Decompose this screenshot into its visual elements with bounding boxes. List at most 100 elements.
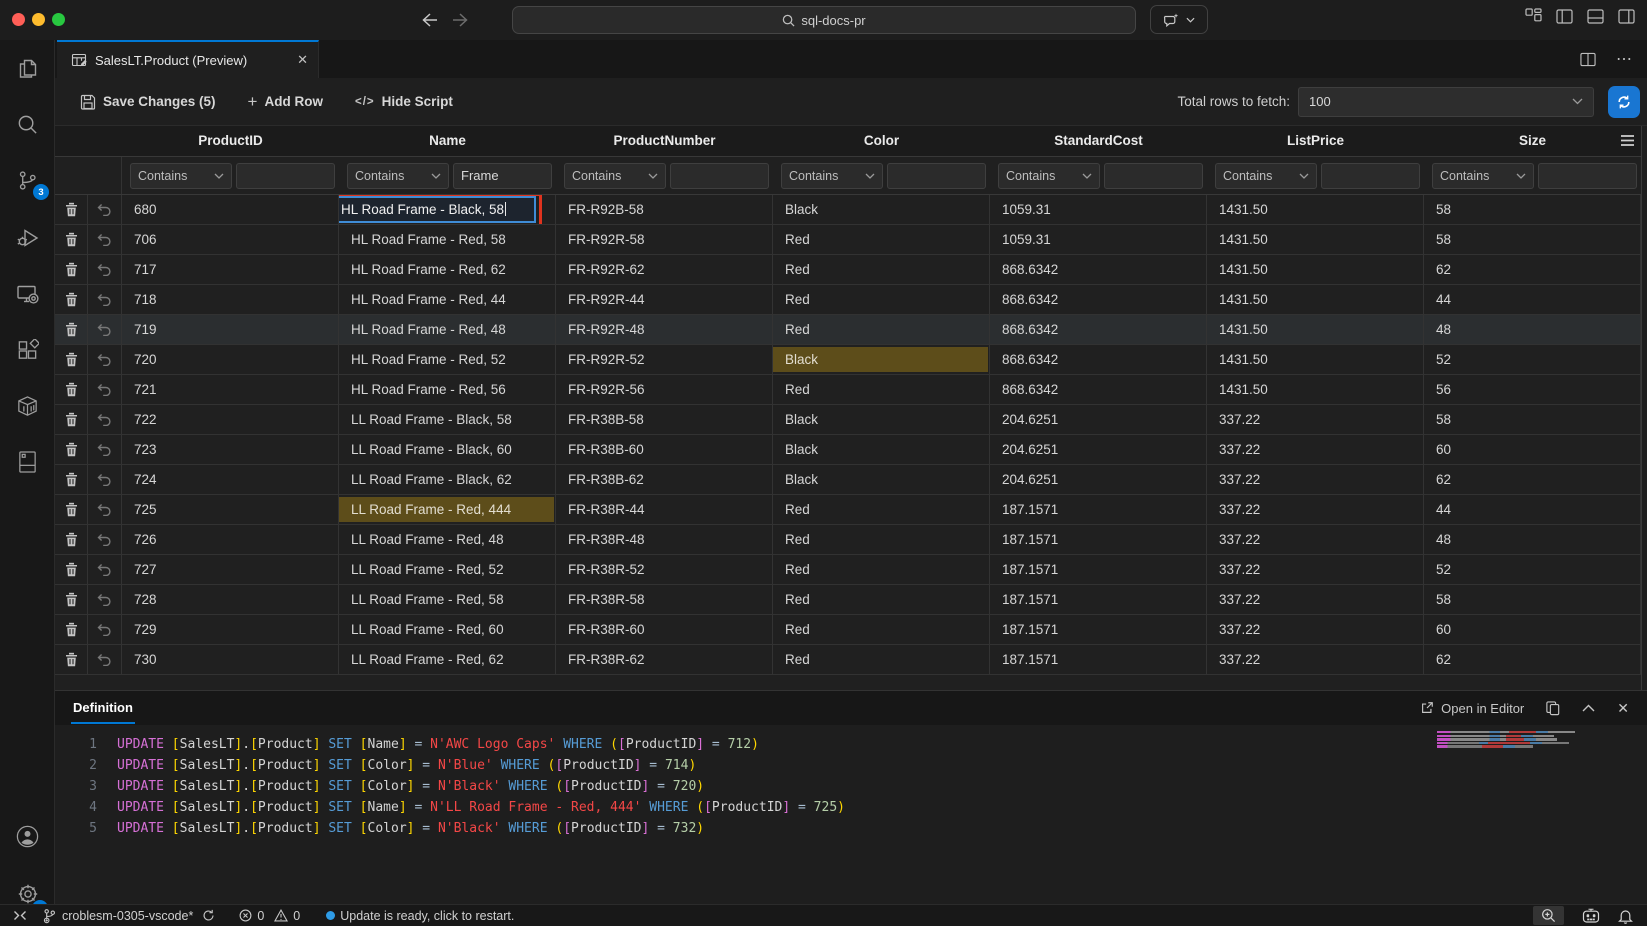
cell-listprice[interactable]: 337.22	[1207, 525, 1424, 554]
revert-row-icon[interactable]	[88, 195, 122, 224]
cell-color[interactable]: Red	[773, 285, 990, 314]
filter-input-name[interactable]: Frame	[453, 163, 552, 189]
cell-productid[interactable]: 725	[122, 495, 339, 524]
refresh-button[interactable]	[1608, 86, 1640, 118]
revert-row-icon[interactable]	[88, 285, 122, 314]
revert-row-icon[interactable]	[88, 345, 122, 374]
cell-name[interactable]: HL Road Frame - Red, 52	[339, 345, 556, 374]
cell-size[interactable]: 56	[1424, 375, 1641, 404]
column-header-color[interactable]: Color	[773, 126, 990, 156]
cell-standardcost[interactable]: 868.6342	[990, 315, 1207, 344]
cell-editor[interactable]: HL Road Frame - Black, 58	[339, 196, 536, 223]
table-row-727[interactable]: 727LL Road Frame - Red, 52FR-R38R-52Red1…	[55, 555, 1641, 585]
column-header-listprice[interactable]: ListPrice	[1207, 126, 1424, 156]
cell-name[interactable]: HL Road Frame - Red, 48	[339, 315, 556, 344]
cell-productnumber[interactable]: FR-R92R-62	[556, 255, 773, 284]
cell-standardcost[interactable]: 1059.31	[990, 225, 1207, 254]
delete-row-icon[interactable]	[55, 615, 88, 644]
tab-close-icon[interactable]: ✕	[297, 52, 308, 68]
cell-color[interactable]: Black	[773, 195, 990, 224]
cell-size[interactable]: 48	[1424, 315, 1641, 344]
table-row-723[interactable]: 723LL Road Frame - Black, 60FR-R38B-60Bl…	[55, 435, 1641, 465]
cell-productnumber[interactable]: FR-R38B-58	[556, 405, 773, 434]
accounts-icon[interactable]	[0, 814, 55, 858]
problems-status[interactable]: 0 0	[239, 909, 300, 923]
column-menu-icon[interactable]	[1620, 134, 1635, 147]
filter-operator-productnumber[interactable]: Contains	[564, 163, 666, 189]
cell-productid[interactable]: 729	[122, 615, 339, 644]
toggle-secondary-sidebar-icon[interactable]	[1618, 9, 1635, 24]
sql-database-projects-icon[interactable]	[0, 440, 55, 484]
cell-name[interactable]: LL Road Frame - Red, 52	[339, 555, 556, 584]
cell-productid[interactable]: 722	[122, 405, 339, 434]
cell-color[interactable]: Red	[773, 225, 990, 254]
maximize-window-button[interactable]	[52, 13, 65, 26]
copilot-menu-button[interactable]	[1150, 5, 1208, 34]
cell-size[interactable]: 60	[1424, 615, 1641, 644]
cell-standardcost[interactable]: 187.1571	[990, 585, 1207, 614]
more-actions-icon[interactable]: ⋯	[1616, 49, 1633, 69]
cell-productid[interactable]: 728	[122, 585, 339, 614]
hide-script-button[interactable]: </> Hide Script	[355, 94, 453, 109]
cell-size[interactable]: 62	[1424, 645, 1641, 674]
cell-size[interactable]: 44	[1424, 495, 1641, 524]
cell-standardcost[interactable]: 187.1571	[990, 645, 1207, 674]
containers-icon[interactable]	[0, 384, 55, 428]
delete-row-icon[interactable]	[55, 345, 88, 374]
cell-size[interactable]: 44	[1424, 285, 1641, 314]
cell-productnumber[interactable]: FR-R92R-52	[556, 345, 773, 374]
revert-row-icon[interactable]	[88, 255, 122, 284]
command-center-search[interactable]: sql-docs-pr	[512, 6, 1136, 34]
cell-productnumber[interactable]: FR-R92R-48	[556, 315, 773, 344]
remote-explorer-icon[interactable]	[0, 272, 55, 316]
cell-name[interactable]: HL Road Frame - Red, 62	[339, 255, 556, 284]
cell-standardcost[interactable]: 868.6342	[990, 255, 1207, 284]
cell-size[interactable]: 60	[1424, 435, 1641, 464]
cell-productnumber[interactable]: FR-R38B-60	[556, 435, 773, 464]
cell-size[interactable]: 48	[1424, 525, 1641, 554]
cell-standardcost[interactable]: 187.1571	[990, 615, 1207, 644]
cell-productid[interactable]: 730	[122, 645, 339, 674]
revert-row-icon[interactable]	[88, 495, 122, 524]
open-in-editor-button[interactable]: Open in Editor	[1420, 701, 1524, 716]
cell-listprice[interactable]: 337.22	[1207, 465, 1424, 494]
cell-listprice[interactable]: 337.22	[1207, 435, 1424, 464]
filter-operator-name[interactable]: Contains	[347, 163, 449, 189]
delete-row-icon[interactable]	[55, 495, 88, 524]
cell-standardcost[interactable]: 187.1571	[990, 525, 1207, 554]
cell-name[interactable]: HL Road Frame - Black, 58	[339, 195, 556, 224]
sql-script-editor[interactable]: 1UPDATE [SalesLT].[Product] SET [Name] =…	[55, 725, 1647, 905]
cell-name[interactable]: LL Road Frame - Black, 60	[339, 435, 556, 464]
cell-productid[interactable]: 724	[122, 465, 339, 494]
cell-standardcost[interactable]: 204.6251	[990, 405, 1207, 434]
table-row-722[interactable]: 722LL Road Frame - Black, 58FR-R38B-58Bl…	[55, 405, 1641, 435]
delete-row-icon[interactable]	[55, 435, 88, 464]
cell-listprice[interactable]: 337.22	[1207, 555, 1424, 584]
copy-icon[interactable]	[1546, 701, 1560, 716]
cell-color[interactable]: Black	[773, 465, 990, 494]
filter-input-size[interactable]	[1538, 163, 1637, 189]
cell-color[interactable]: Black	[773, 405, 990, 434]
cell-productid[interactable]: 720	[122, 345, 339, 374]
table-row-720[interactable]: 720HL Road Frame - Red, 52FR-R92R-52Blac…	[55, 345, 1641, 375]
delete-row-icon[interactable]	[55, 405, 88, 434]
cell-productid[interactable]: 706	[122, 225, 339, 254]
revert-row-icon[interactable]	[88, 225, 122, 254]
revert-row-icon[interactable]	[88, 435, 122, 464]
delete-row-icon[interactable]	[55, 525, 88, 554]
cell-listprice[interactable]: 1431.50	[1207, 195, 1424, 224]
cell-productnumber[interactable]: FR-R38R-62	[556, 645, 773, 674]
delete-row-icon[interactable]	[55, 585, 88, 614]
cell-name[interactable]: LL Road Frame - Red, 48	[339, 525, 556, 554]
cell-standardcost[interactable]: 868.6342	[990, 345, 1207, 374]
cell-color[interactable]: Red	[773, 525, 990, 554]
remote-indicator-icon[interactable]	[10, 909, 26, 922]
table-row-730[interactable]: 730LL Road Frame - Red, 62FR-R38R-62Red1…	[55, 645, 1641, 675]
cell-listprice[interactable]: 1431.50	[1207, 285, 1424, 314]
cell-productnumber[interactable]: FR-R38R-52	[556, 555, 773, 584]
filter-input-listprice[interactable]	[1321, 163, 1420, 189]
cell-listprice[interactable]: 1431.50	[1207, 255, 1424, 284]
split-editor-icon[interactable]	[1580, 52, 1596, 67]
filter-input-productnumber[interactable]	[670, 163, 769, 189]
toggle-primary-sidebar-icon[interactable]	[1556, 9, 1573, 24]
